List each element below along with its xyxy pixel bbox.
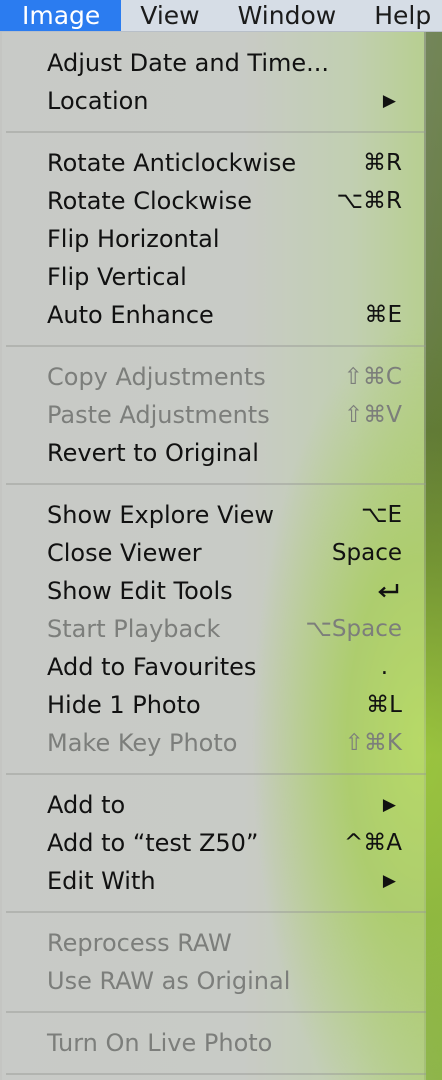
- menu-item-shortcut: Space: [331, 540, 402, 566]
- menu-item-start-playback: Start Playback ⌥Space: [47, 610, 402, 648]
- menu-bar: Image View Window Help: [0, 0, 442, 32]
- menu-item-adjust-date-time[interactable]: Adjust Date and Time...: [47, 44, 402, 82]
- menu-item-label: Flip Horizontal: [47, 225, 220, 253]
- menu-item-shortcut: ⌘R: [363, 150, 402, 176]
- menu-separator: [6, 911, 426, 913]
- menu-item-shortcut: .: [380, 654, 388, 680]
- menu-item-show-explore-view[interactable]: Show Explore View ⌥E: [47, 496, 402, 534]
- menu-item-label: Revert to Original: [47, 439, 259, 467]
- menu-item-shortcut: ⌥E: [360, 502, 402, 528]
- menu-item-label: Start Playback: [47, 615, 221, 643]
- menu-item-label: Flip Vertical: [47, 263, 187, 291]
- menu-item-label: Adjust Date and Time...: [47, 49, 330, 77]
- menu-item-rotate-anticlockwise[interactable]: Rotate Anticlockwise ⌘R: [47, 144, 402, 182]
- menubar-help[interactable]: Help: [355, 0, 442, 31]
- menu-item-label: Show Explore View: [47, 501, 275, 529]
- menu-item-shortcut: ^⌘A: [343, 830, 402, 856]
- submenu-arrow-icon: ▶: [382, 871, 396, 891]
- menu-separator: [6, 773, 426, 775]
- menu-item-shortcut: ⌥Space: [305, 616, 402, 642]
- menu-item-label: Make Key Photo: [47, 729, 238, 757]
- background-photo-edge: [424, 0, 442, 1080]
- menu-item-flip-vertical[interactable]: Flip Vertical: [47, 258, 402, 296]
- submenu-arrow-icon: ▶: [382, 795, 396, 815]
- menu-item-auto-enhance[interactable]: Auto Enhance ⌘E: [47, 296, 402, 334]
- menubar-image[interactable]: Image: [0, 0, 122, 31]
- menu-item-label: Paste Adjustments: [47, 401, 270, 429]
- menu-item-label: Edit With: [47, 867, 156, 895]
- menu-separator: [6, 345, 426, 347]
- menu-item-label: Turn On Live Photo: [47, 1029, 273, 1057]
- menu-item-copy-adjustments: Copy Adjustments ⇧⌘C: [47, 358, 402, 396]
- menu-item-label: Hide 1 Photo: [47, 691, 201, 719]
- menu-item-label: Rotate Clockwise: [47, 187, 252, 215]
- menu-item-shortcut: ⌥⌘R: [336, 188, 403, 214]
- return-key-icon: [378, 584, 399, 598]
- menu-item-flip-horizontal[interactable]: Flip Horizontal: [47, 220, 402, 258]
- menu-item-shortcut: ⇧⌘C: [343, 364, 402, 390]
- menu-item-reprocess-raw: Reprocess RAW: [47, 924, 402, 962]
- menu-item-use-raw-as-original: Use RAW as Original: [47, 962, 402, 1000]
- submenu-arrow-icon: ▶: [382, 91, 396, 111]
- menu-item-label: Reprocess RAW: [47, 929, 232, 957]
- menu-item-label: Use RAW as Original: [47, 967, 291, 995]
- menu-item-shortcut: ⇧⌘V: [343, 402, 402, 428]
- menu-item-add-to-album[interactable]: Add to “test Z50” ^⌘A: [47, 824, 402, 862]
- menu-item-hide-photo[interactable]: Hide 1 Photo ⌘L: [47, 686, 402, 724]
- menu-item-label: Location: [47, 87, 149, 115]
- menu-item-edit-with[interactable]: Edit With ▶: [47, 862, 402, 900]
- menu-item-add-to-favourites[interactable]: Add to Favourites .: [47, 648, 402, 686]
- menu-item-label: Show Edit Tools: [47, 577, 233, 605]
- menu-item-close-viewer[interactable]: Close Viewer Space: [47, 534, 402, 572]
- menu-item-rotate-clockwise[interactable]: Rotate Clockwise ⌥⌘R: [47, 182, 402, 220]
- menu-item-turn-on-live-photo: Turn On Live Photo: [47, 1024, 402, 1062]
- menu-item-shortcut: ⌘L: [366, 692, 402, 718]
- menu-separator: [6, 131, 426, 133]
- menu-item-add-to[interactable]: Add to ▶: [47, 786, 402, 824]
- menu-item-show-edit-tools[interactable]: Show Edit Tools: [47, 572, 402, 610]
- menu-item-label: Close Viewer: [47, 539, 202, 567]
- menu-item-shortcut: ⌘E: [364, 302, 402, 328]
- menu-item-label: Rotate Anticlockwise: [47, 149, 297, 177]
- menu-item-label: Auto Enhance: [47, 301, 214, 329]
- menu-separator: [6, 1073, 426, 1075]
- menu-item-label: Copy Adjustments: [47, 363, 266, 391]
- menu-item-location[interactable]: Location ▶: [47, 82, 402, 120]
- menubar-view[interactable]: View: [121, 0, 218, 31]
- menu-item-make-key-photo: Make Key Photo ⇧⌘K: [47, 724, 402, 762]
- menu-item-paste-adjustments: Paste Adjustments ⇧⌘V: [47, 396, 402, 434]
- menu-item-label: Add to “test Z50”: [47, 829, 259, 857]
- menu-item-label: Add to: [47, 791, 126, 819]
- menu-separator: [6, 1011, 426, 1013]
- menu-item-label: Add to Favourites: [47, 653, 257, 681]
- image-menu-dropdown: Adjust Date and Time... Location ▶ Rotat…: [2, 32, 426, 1080]
- menu-separator: [6, 483, 426, 485]
- menu-item-shortcut: ⇧⌘K: [344, 730, 402, 756]
- menubar-window[interactable]: Window: [219, 0, 356, 31]
- menu-item-revert-to-original[interactable]: Revert to Original: [47, 434, 402, 472]
